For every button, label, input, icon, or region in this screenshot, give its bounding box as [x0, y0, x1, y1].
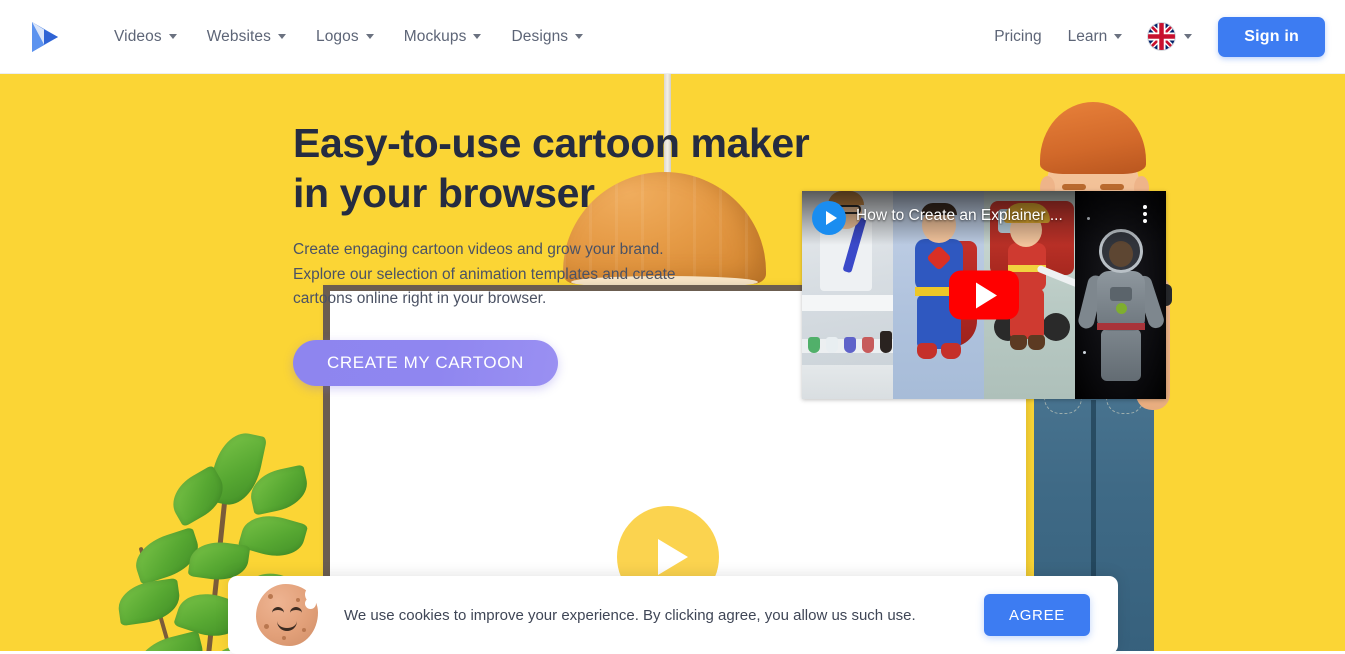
chevron-down-icon — [168, 34, 177, 39]
uk-flag-icon — [1148, 23, 1176, 50]
astronaut-body — [1096, 271, 1145, 331]
sign-in-button[interactable]: Sign in — [1218, 16, 1325, 57]
cookie-mascot-icon — [256, 584, 322, 646]
cookie-consent-banner: We use cookies to improve your experienc… — [228, 576, 1118, 654]
brand-logo[interactable] — [22, 15, 66, 59]
nav-item-label: Learn — [1067, 27, 1108, 45]
youtube-play-button[interactable] — [949, 270, 1019, 320]
site-header: Videos Websites Logos Mockups Designs Pr… — [0, 0, 1345, 74]
play-triangle-logo-icon — [32, 21, 58, 52]
character-eyebrow — [1062, 184, 1086, 190]
chevron-down-icon — [473, 34, 482, 39]
astronaut-legs — [1100, 329, 1141, 381]
video-title[interactable]: How to Create an Explainer ... — [856, 207, 1134, 225]
firefighter-boot — [1010, 335, 1027, 350]
chevron-down-icon — [1184, 34, 1193, 39]
cookie-eye — [272, 607, 284, 617]
cookie-chip — [268, 594, 273, 599]
nav-item-learn[interactable]: Learn — [1068, 28, 1123, 46]
page-title: Easy-to-use cartoon maker in your browse… — [293, 120, 810, 217]
cookie-chip — [302, 628, 306, 632]
header-right-zone: Pricing Learn Sign in — [994, 16, 1325, 57]
nav-item-logos[interactable]: Logos — [316, 28, 374, 46]
primary-nav: Videos Websites Logos Mockups Designs — [114, 27, 584, 46]
play-icon — [825, 211, 837, 225]
create-my-cartoon-button[interactable]: CREATE MY CARTOON — [293, 340, 558, 387]
nav-item-label: Mockups — [403, 27, 467, 45]
astronaut-belt — [1096, 323, 1145, 330]
chevron-down-icon — [1114, 34, 1123, 39]
fire-truck-wheel — [1042, 313, 1070, 341]
lab-flask — [826, 337, 838, 353]
agree-button[interactable]: AGREE — [983, 594, 1090, 636]
nav-item-websites[interactable]: Websites — [207, 28, 286, 46]
character-eyebrow — [1100, 184, 1124, 190]
nav-item-videos[interactable]: Videos — [114, 28, 177, 46]
chevron-down-icon — [277, 34, 286, 39]
play-icon — [976, 282, 997, 308]
nav-item-label: Logos — [315, 27, 359, 45]
lab-flask — [880, 331, 892, 353]
nav-item-label: Pricing — [994, 27, 1042, 45]
chevron-down-icon — [365, 34, 374, 39]
chevron-down-icon — [575, 34, 584, 39]
plant-leaf — [131, 630, 209, 651]
superhero-boot — [940, 343, 961, 359]
kebab-menu-icon[interactable] — [1134, 205, 1156, 223]
hero-copy: Easy-to-use cartoon maker in your browse… — [293, 118, 813, 387]
cookie-chip — [282, 636, 286, 640]
lab-flask — [844, 337, 856, 353]
cookie-bite — [305, 598, 316, 609]
cookie-chip — [296, 598, 300, 602]
hero-section: Easy-to-use cartoon maker in your browse… — [0, 74, 1345, 651]
astronaut-chest-panel — [1109, 287, 1132, 301]
nav-item-label: Videos — [114, 27, 162, 45]
nav-item-label: Designs — [511, 27, 569, 45]
firefighter-boot — [1028, 335, 1045, 350]
nav-item-mockups[interactable]: Mockups — [404, 28, 482, 46]
nav-item-designs[interactable]: Designs — [511, 27, 584, 46]
lab-bench — [802, 295, 893, 311]
cookie-chip — [264, 624, 269, 629]
superhero-boot — [916, 343, 937, 359]
channel-avatar-icon[interactable] — [812, 201, 846, 235]
plant-leaf — [115, 577, 183, 627]
nav-item-pricing[interactable]: Pricing — [994, 28, 1041, 46]
lab-flask — [862, 337, 874, 353]
astronaut-indicator — [1115, 303, 1127, 314]
nav-item-label: Websites — [206, 27, 271, 45]
character-hair — [1040, 102, 1146, 174]
lab-flask — [808, 337, 820, 353]
youtube-embed[interactable]: How to Create an Explainer ... — [802, 191, 1166, 399]
hero-subtitle: Create engaging cartoon videos and grow … — [293, 241, 676, 307]
lab-shelf — [802, 365, 893, 399]
star — [1083, 351, 1086, 354]
cookie-message: We use cookies to improve your experienc… — [344, 606, 916, 624]
cookie-eye — [290, 607, 302, 617]
youtube-title-bar: How to Create an Explainer ... — [802, 191, 1166, 245]
play-icon — [657, 539, 688, 575]
language-selector[interactable] — [1148, 23, 1193, 50]
